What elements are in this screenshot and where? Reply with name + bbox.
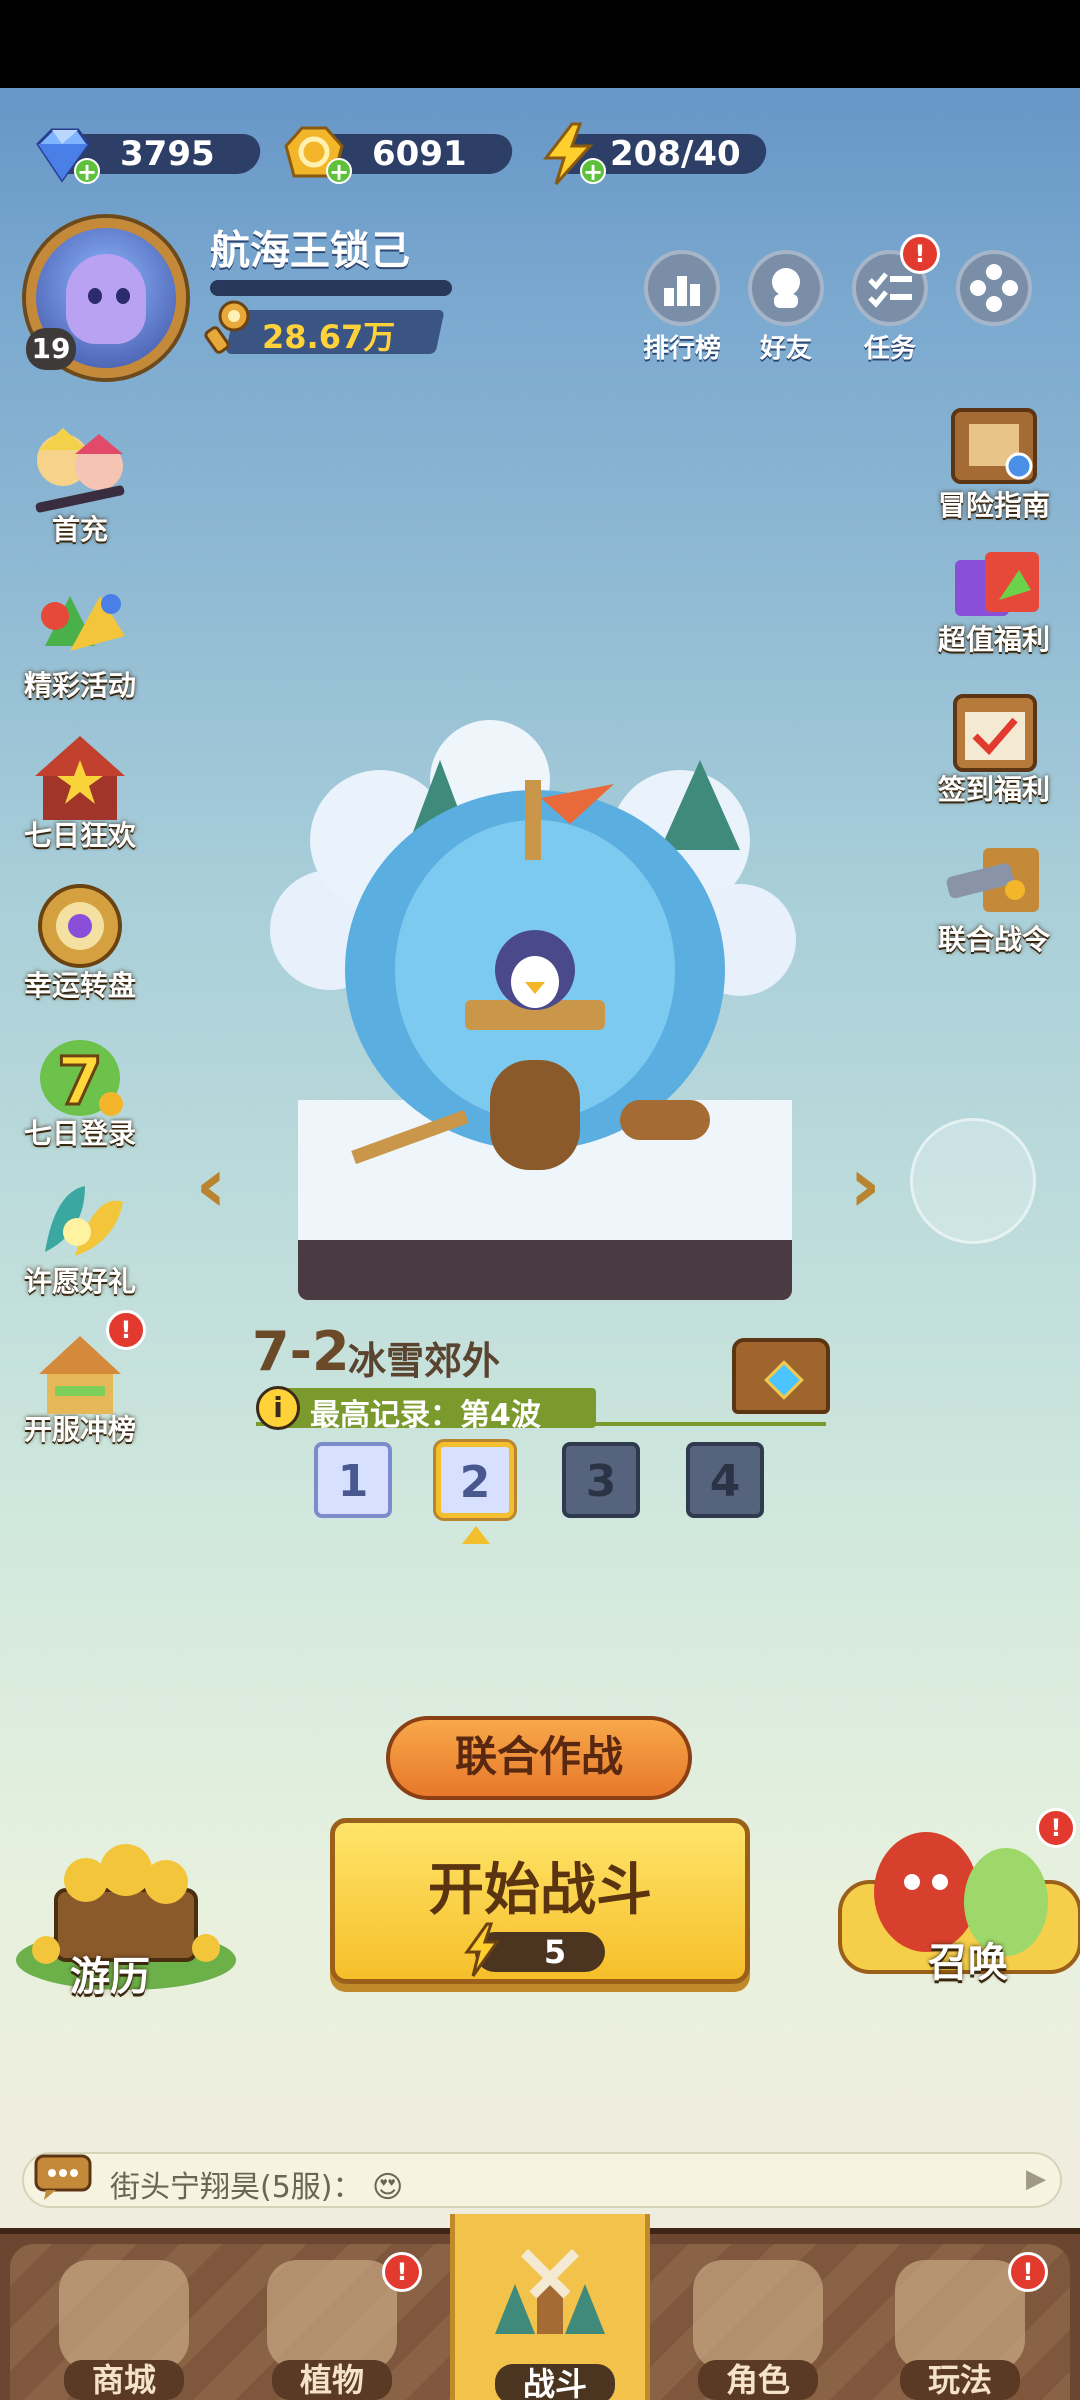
nav-tab-modes[interactable]: 玩法 !: [860, 2244, 1060, 2400]
coop-battle-button[interactable]: 联合作战: [386, 1716, 692, 1800]
seven-day-login-icon: 7: [25, 1024, 135, 1124]
server-ranking-button[interactable]: ! 开服冲榜: [10, 1310, 150, 1448]
avatar-portrait: [66, 254, 146, 344]
gift-cards-icon: [939, 530, 1049, 630]
nav-tab-battle[interactable]: 战斗: [450, 2214, 650, 2400]
chat-expand-icon[interactable]: ▶: [1026, 2164, 1046, 2194]
info-icon[interactable]: i: [256, 1386, 300, 1430]
add-gems-button[interactable]: +: [74, 158, 100, 184]
energy-value: 208/40: [610, 134, 741, 174]
status-bar: [0, 0, 1080, 88]
wish-gift-button[interactable]: 许愿好礼: [10, 1172, 150, 1300]
summon-label: 召唤: [928, 1940, 1008, 1986]
add-energy-button[interactable]: +: [580, 158, 606, 184]
player-name: 航海王锁己: [210, 228, 410, 274]
first-recharge-icon: [25, 420, 135, 520]
tasks-button[interactable]: ! 任务: [848, 234, 940, 365]
avatar-eye: [116, 288, 130, 304]
start-battle-label: 开始战斗: [428, 1858, 652, 1923]
next-stage-arrow[interactable]: ›: [840, 1147, 890, 1223]
gems-counter[interactable]: + 3795: [30, 122, 270, 184]
combat-power-icon: [204, 300, 250, 354]
friends-button[interactable]: 好友: [744, 250, 828, 365]
previous-stage-arrow[interactable]: ‹: [186, 1147, 236, 1223]
nav-tab-modes-label: 玩法: [900, 2360, 1020, 2400]
events-icon: [25, 576, 135, 676]
nav-tab-plants[interactable]: 植物 !: [232, 2244, 432, 2400]
events-button[interactable]: 精彩活动: [10, 576, 150, 704]
seven-day-login-button[interactable]: 7 七日登录: [10, 1024, 150, 1152]
nav-tab-battle-label: 战斗: [495, 2364, 615, 2400]
nav-tab-shop[interactable]: 商城: [24, 2244, 224, 2400]
chat-latest-message: 街头宁翔昊(5服)： 😍: [110, 2170, 404, 2205]
bottom-navigation-panel: 商城 植物 ! 战斗 角色 玩法 !: [10, 2214, 1070, 2400]
floating-assistive-button[interactable]: [910, 1118, 1036, 1244]
seven-day-login-number: 7: [57, 1043, 103, 1120]
calendar-check-icon: [939, 680, 1049, 780]
add-coins-button[interactable]: +: [326, 158, 352, 184]
treasure-chest-icon[interactable]: [732, 1338, 830, 1414]
coins-value: 6091: [372, 134, 467, 174]
tasks-label: 任务: [863, 334, 916, 364]
difficulty-2-button[interactable]: 2: [436, 1442, 514, 1518]
tasks-alert-badge: !: [900, 234, 940, 274]
travel-label: 游历: [70, 1954, 150, 2000]
wish-leaf-icon: [25, 1172, 135, 1272]
seven-day-carnival-button[interactable]: 七日狂欢: [10, 726, 150, 854]
battle-pass-gun-icon: [939, 830, 1049, 930]
gamepad-menu-icon: [956, 250, 1032, 326]
lightning-icon: [464, 1922, 500, 1977]
summon-alert-badge: !: [1036, 1808, 1076, 1848]
bottom-navigation: 商城 植物 ! 战斗 角色 玩法 !: [0, 2214, 1080, 2400]
plants-icon: [267, 2260, 397, 2370]
lucky-wheel-icon: [25, 876, 135, 976]
value-benefits-button[interactable]: 超值福利: [924, 530, 1064, 658]
lucky-wheel-button[interactable]: 幸运转盘: [10, 876, 150, 1004]
nav-tab-shop-label: 商城: [64, 2360, 184, 2400]
leaderboard-label: 排行榜: [642, 334, 721, 364]
world-chat-bar[interactable]: 街头宁翔昊(5服)： 😍 ▶: [22, 2152, 1062, 2208]
combat-power-value: 28.67万: [262, 318, 396, 356]
character-icon: [693, 2260, 823, 2370]
stage-name: 冰雪郊外: [348, 1339, 501, 1383]
friends-label: 好友: [759, 334, 812, 364]
adventure-guide-button[interactable]: 冒险指南: [924, 396, 1064, 524]
start-battle-button[interactable]: 开始战斗 5: [330, 1818, 750, 1984]
nav-tab-characters[interactable]: 角色: [658, 2244, 858, 2400]
avatar-eye: [88, 288, 102, 304]
shop-icon: [59, 2260, 189, 2370]
energy-cost-pill: 5: [464, 1922, 605, 1977]
gems-value: 3795: [120, 134, 215, 174]
nav-tab-plants-label: 植物: [272, 2360, 392, 2400]
stage-map-illustration[interactable]: [240, 720, 810, 1300]
checkin-benefits-button[interactable]: 签到福利: [924, 680, 1064, 808]
difficulty-4-button[interactable]: 4: [686, 1442, 764, 1518]
joint-battle-pass-button[interactable]: 联合战令: [924, 830, 1064, 958]
player-level-badge: 19: [26, 328, 76, 370]
nav-tab-characters-label: 角色: [698, 2360, 818, 2400]
best-record-text: 最高记录：第4波: [310, 1398, 541, 1433]
guide-book-icon: [939, 396, 1049, 496]
leaderboard-icon: [644, 250, 720, 326]
leaderboard-button[interactable]: 排行榜: [640, 250, 724, 365]
game-modes-icon: [895, 2260, 1025, 2370]
selected-difficulty-marker: [462, 1526, 490, 1544]
difficulty-3-button[interactable]: 3: [562, 1442, 640, 1518]
stage-number: 7-2: [252, 1320, 350, 1383]
energy-counter[interactable]: + 208/40: [536, 122, 776, 186]
server-ranking-alert-badge: !: [106, 1310, 146, 1350]
modes-alert-badge: !: [1008, 2252, 1048, 2292]
chat-bubble-icon: [34, 2154, 92, 2200]
plants-alert-badge: !: [382, 2252, 422, 2292]
windmill-icon: [495, 2249, 605, 2334]
first-recharge-button[interactable]: 首充: [10, 420, 150, 548]
xp-bar: [210, 280, 452, 296]
coins-counter[interactable]: + 6091: [282, 122, 522, 184]
more-menu-button[interactable]: [952, 250, 1036, 326]
friends-icon: [748, 250, 824, 326]
carnival-tent-icon: [25, 726, 135, 826]
energy-cost-value: 5: [543, 1933, 567, 1971]
difficulty-1-button[interactable]: 1: [314, 1442, 392, 1518]
